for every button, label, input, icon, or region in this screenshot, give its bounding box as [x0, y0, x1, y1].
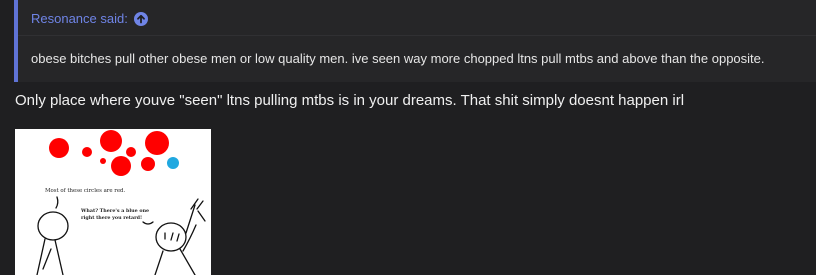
quote-said-label: said: — [100, 11, 128, 26]
quote-header: Resonance said: — [31, 11, 148, 26]
reply-text: Only place where youve "seen" ltns pulli… — [15, 92, 685, 109]
quote-author-name: Resonance — [31, 11, 97, 26]
stick-figure-right — [142, 198, 206, 275]
meme-caption-right-line2: right there you retard! — [81, 215, 142, 221]
quote-block: Resonance said: obese bitches pull other… — [14, 0, 816, 82]
quote-divider — [18, 35, 816, 36]
meme-caption-left: Most of these circles are red. — [45, 188, 126, 194]
arrow-up-circle-icon[interactable] — [133, 11, 148, 26]
meme-caption-right-line1: What? There's a blue one — [80, 208, 149, 214]
blue-circle — [167, 157, 179, 169]
meme-image[interactable]: Most of these circles are red. What? The… — [15, 129, 211, 275]
quote-body: obese bitches pull other obese men or lo… — [31, 51, 765, 66]
stick-figure-left — [36, 196, 69, 275]
red-circles — [49, 130, 169, 176]
quote-author-link[interactable]: Resonance said: — [31, 11, 128, 26]
